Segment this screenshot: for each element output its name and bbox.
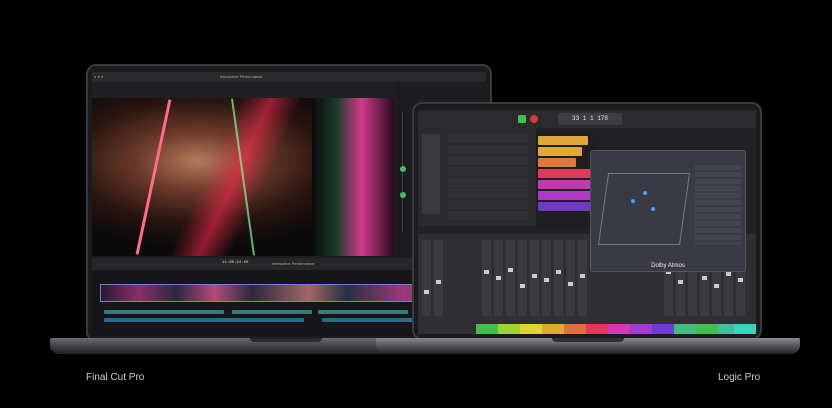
channel-strip[interactable] [434, 240, 443, 316]
fader-handle[interactable] [678, 280, 683, 284]
dolby-atmos-panel[interactable]: Dolby Atmos [590, 150, 746, 272]
channel-strip[interactable] [518, 240, 527, 316]
caption-final-cut-pro: Final Cut Pro [86, 372, 145, 383]
channel-color-label [498, 324, 520, 334]
region[interactable] [538, 202, 594, 211]
fader-handle[interactable] [702, 276, 707, 280]
window-controls[interactable]: ● ● ● [94, 74, 103, 79]
lcd-display[interactable]: 33 1 1 178 [558, 113, 622, 125]
region[interactable] [538, 147, 582, 156]
fader-handle[interactable] [520, 284, 525, 288]
fader-handle[interactable] [436, 280, 441, 284]
fader-handle[interactable] [568, 282, 573, 286]
light-streak [231, 98, 255, 256]
project-title: Interactive Performance [220, 74, 263, 79]
object-dot[interactable] [643, 191, 647, 195]
fader-handle[interactable] [714, 284, 719, 288]
channel-color-label [630, 324, 652, 334]
fader-handle[interactable] [496, 276, 501, 280]
region[interactable] [538, 180, 594, 189]
caption-logic-pro: Logic Pro [718, 372, 761, 383]
channel-strip[interactable] [494, 240, 503, 316]
channel-color-label [608, 324, 630, 334]
fader-handle[interactable] [556, 270, 561, 274]
timeline-name: Interactive Performance [272, 261, 315, 266]
node-point[interactable] [400, 192, 406, 198]
channel-color-label [564, 324, 586, 334]
fader-handle[interactable] [726, 272, 731, 276]
channel-strip[interactable] [542, 240, 551, 316]
channel-color-label [542, 324, 564, 334]
fader-handle[interactable] [738, 278, 743, 282]
fader-handle[interactable] [508, 268, 513, 272]
channel-color-label [652, 324, 674, 334]
track-list [418, 128, 536, 226]
light-streak [135, 99, 172, 255]
fader-handle[interactable] [580, 274, 585, 278]
room-cube [597, 173, 691, 245]
laptop-notch [552, 338, 624, 342]
region[interactable] [538, 191, 594, 200]
object-dot[interactable] [631, 199, 635, 203]
channel-strip[interactable] [422, 240, 431, 316]
channel-color-label [674, 324, 696, 334]
audio-track[interactable] [318, 310, 408, 314]
channel-color-label [696, 324, 718, 334]
channel-color-label [734, 324, 756, 334]
fader-handle[interactable] [544, 278, 549, 282]
video-viewer[interactable] [92, 98, 394, 256]
track-headers[interactable] [448, 134, 528, 222]
channel-strip[interactable] [554, 240, 563, 316]
record-button[interactable] [530, 115, 538, 123]
fader-handle[interactable] [424, 290, 429, 294]
audio-track[interactable] [232, 310, 312, 314]
logic-pro-window: 33 1 1 178 Dolby Atmos [418, 110, 756, 334]
laptop-notch [250, 338, 322, 342]
channel-strip[interactable] [566, 240, 575, 316]
region[interactable] [538, 169, 594, 178]
app-toolbar: ● ● ● Interactive Performance [92, 72, 486, 82]
audio-track[interactable] [104, 310, 224, 314]
object-list [695, 165, 741, 245]
region[interactable] [538, 136, 588, 145]
channel-color-label [520, 324, 542, 334]
channel-color-label [476, 324, 498, 334]
object-dot[interactable] [651, 207, 655, 211]
timecode: 11:00:24:00 [222, 261, 249, 265]
fader-handle[interactable] [484, 270, 489, 274]
audio-track[interactable] [104, 318, 304, 322]
node-point[interactable] [400, 166, 406, 172]
play-button[interactable] [518, 115, 526, 123]
region[interactable] [538, 158, 576, 167]
channel-strip[interactable] [482, 240, 491, 316]
region-area[interactable] [536, 134, 596, 226]
control-bar: 33 1 1 178 [418, 110, 756, 128]
channel-strip[interactable] [530, 240, 539, 316]
fader-handle[interactable] [532, 274, 537, 278]
channel-strip[interactable] [506, 240, 515, 316]
channel-strip[interactable] [578, 240, 587, 316]
inspector [422, 134, 440, 214]
neon-light-strip [312, 98, 394, 256]
browser-strip [92, 82, 394, 98]
panel-title: Dolby Atmos [651, 263, 685, 269]
channel-color-label [586, 324, 608, 334]
